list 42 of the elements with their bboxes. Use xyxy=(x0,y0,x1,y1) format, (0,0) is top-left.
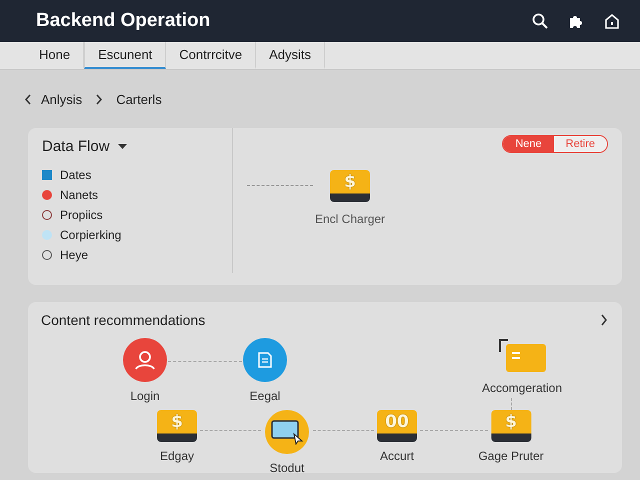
app-title: Backend Operation xyxy=(36,10,212,32)
nav-tab[interactable]: Contrrcitve xyxy=(166,42,256,69)
breadcrumb-link[interactable]: Anlysis xyxy=(41,92,82,106)
node-label: Login xyxy=(130,389,160,403)
folder-icon[interactable] xyxy=(496,338,548,374)
node-label: Accomgeration xyxy=(482,381,562,395)
node-label: Encl Charger xyxy=(315,212,386,226)
monitor-cursor-icon[interactable] xyxy=(265,410,309,454)
puzzle-icon[interactable] xyxy=(568,13,584,29)
connector-line xyxy=(313,430,374,431)
tablet-icon: $ xyxy=(330,170,370,202)
legend-label: Propiics xyxy=(60,208,103,222)
legend-label: Dates xyxy=(60,168,92,182)
nav-tab[interactable]: Adysits xyxy=(256,42,326,69)
node-label: Gage Pruter xyxy=(478,449,544,463)
node-label: Stodut xyxy=(270,461,304,475)
legend-label: Corpierking xyxy=(60,228,122,242)
back-chevron-icon[interactable] xyxy=(24,94,32,104)
connector-line xyxy=(247,185,313,186)
search-icon[interactable] xyxy=(532,13,548,29)
legend-label: Heye xyxy=(60,248,88,262)
nav-tab[interactable]: Hone xyxy=(26,42,84,69)
home-icon[interactable] xyxy=(604,13,620,29)
node-label: Edgay xyxy=(160,449,194,463)
connector-line xyxy=(420,430,488,431)
breadcrumb-current: Carterls xyxy=(116,92,162,106)
card-title: Data Flow xyxy=(42,138,110,155)
card-title: Content recommendations xyxy=(41,312,206,328)
tablet-icon: 00 xyxy=(377,410,417,442)
node-label: Eegal xyxy=(250,389,280,403)
caret-icon[interactable] xyxy=(118,144,127,149)
connector-line xyxy=(200,430,261,431)
nav-tab[interactable]: Escunent xyxy=(84,42,166,69)
toggle-option[interactable]: Nene xyxy=(503,136,554,152)
chevron-right-icon[interactable] xyxy=(600,314,608,326)
tablet-icon: $ xyxy=(157,410,197,442)
legend-label: Nanets xyxy=(60,188,98,202)
tablet-icon: $ xyxy=(491,410,531,442)
chevron-right-icon xyxy=(95,94,104,104)
document-icon[interactable] xyxy=(243,338,287,382)
user-icon[interactable] xyxy=(123,338,167,382)
node-label: Accurt xyxy=(380,449,414,463)
